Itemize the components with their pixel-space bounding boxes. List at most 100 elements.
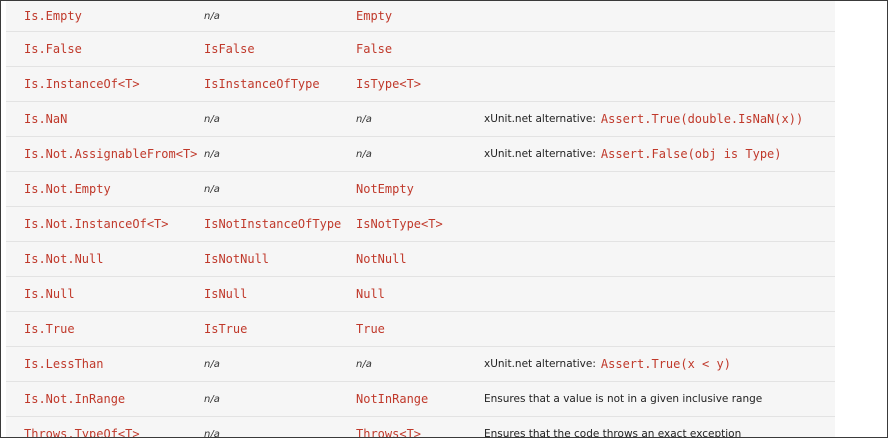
table-row: Is.True IsTrue True	[6, 312, 835, 347]
notes-cell: xUnit.net alternative: Assert.True(double…	[484, 102, 803, 136]
nunit-cell-text: Is.Not.Empty	[24, 182, 111, 196]
mstest-cell-text: n/a	[204, 113, 220, 125]
xunit-cell-text: True	[356, 322, 385, 336]
table-row: Is.False IsFalse False	[6, 32, 835, 67]
note-text: xUnit.net alternative:	[484, 113, 596, 125]
xunit-cell-text: n/a	[356, 358, 372, 370]
mstest-cell-text: n/a	[204, 148, 220, 160]
table-row: Is.Not.Empty n/a NotEmpty	[6, 172, 835, 207]
xunit-cell-text: NotEmpty	[356, 182, 414, 196]
mstest-cell: n/a	[204, 417, 220, 438]
note-code: Assert.False(obj is Type)	[600, 147, 782, 161]
xunit-cell: NotEmpty	[356, 172, 414, 206]
nunit-cell-text: Is.Not.InRange	[24, 392, 126, 406]
nunit-cell: Is.True	[24, 312, 75, 346]
xunit-cell: n/a	[356, 137, 372, 171]
xunit-cell: Empty	[356, 1, 392, 31]
nunit-cell-text: Is.Not.AssignableFrom<T>	[24, 147, 198, 161]
nunit-cell: Is.Not.InRange	[24, 382, 125, 416]
nunit-cell-text: Is.NaN	[24, 112, 68, 126]
table-row: Is.Not.InstanceOf<T> IsNotInstanceOfType I…	[6, 207, 835, 242]
xunit-cell-text: False	[356, 42, 393, 56]
assertion-comparison-table: Is.Empty n/a Empty Is.False IsFalse False Is.I…	[6, 1, 835, 438]
mstest-cell: IsNotNull	[204, 242, 269, 276]
note-text: Ensures that a value is not in a given i…	[484, 393, 763, 405]
nunit-cell: Throws.TypeOf<T>	[24, 417, 140, 438]
mstest-cell: n/a	[204, 382, 220, 416]
xunit-cell-text: Throws<T>	[356, 427, 422, 438]
nunit-cell-text: Is.Not.Null	[24, 252, 104, 266]
xunit-cell-text: IsNotType<T>	[356, 217, 443, 231]
notes-cell: xUnit.net alternative: Assert.False(obj i…	[484, 137, 782, 171]
nunit-cell: Is.LessThan	[24, 347, 103, 381]
table-row: Is.InstanceOf<T> IsInstanceOfType IsType<T…	[6, 67, 835, 102]
nunit-cell: Is.NaN	[24, 102, 67, 136]
xunit-cell-text: NotNull	[356, 252, 407, 266]
xunit-cell-text: n/a	[356, 148, 372, 160]
notes-cell: xUnit.net alternative: Assert.True(x < y)	[484, 347, 731, 381]
nunit-cell: Is.InstanceOf<T>	[24, 67, 140, 101]
notes-cell: Ensures that the code throws an exact ex…	[484, 417, 742, 438]
xunit-cell-text: Empty	[356, 9, 393, 23]
mstest-cell: n/a	[204, 102, 220, 136]
note-text: Ensures that the code throws an exact ex…	[484, 428, 742, 438]
mstest-cell-text: IsInstanceOfType	[204, 77, 320, 91]
xunit-cell: NotNull	[356, 242, 407, 276]
nunit-cell-text: Is.True	[24, 322, 75, 336]
nunit-cell: Is.Not.Null	[24, 242, 103, 276]
nunit-cell: Is.Not.AssignableFrom<T>	[24, 137, 197, 171]
table-row: Is.NaN n/a n/a xUnit.net alternative: Assert…	[6, 102, 835, 137]
mstest-cell: IsNotInstanceOfType	[204, 207, 341, 241]
mstest-cell-text: n/a	[204, 358, 220, 370]
table-row: Is.LessThan n/a n/a xUnit.net alternative: A…	[6, 347, 835, 382]
mstest-cell-text: n/a	[204, 183, 220, 195]
xunit-cell-text: IsType<T>	[356, 77, 422, 91]
xunit-cell-text: Null	[356, 287, 385, 301]
mstest-cell: IsTrue	[204, 312, 247, 346]
mstest-cell-text: IsTrue	[204, 322, 248, 336]
xunit-cell: False	[356, 32, 392, 66]
table-row: Is.Not.AssignableFrom<T> n/a n/a xUnit.net …	[6, 137, 835, 172]
mstest-cell: n/a	[204, 1, 220, 31]
nunit-cell-text: Is.Empty	[24, 9, 82, 23]
xunit-cell: n/a	[356, 347, 372, 381]
mstest-cell: IsInstanceOfType	[204, 67, 320, 101]
table-row: Is.Null IsNull Null	[6, 277, 835, 312]
mstest-cell-text: n/a	[204, 393, 220, 405]
note-text: xUnit.net alternative:	[484, 148, 596, 160]
xunit-cell-text: n/a	[356, 113, 372, 125]
table-row: Is.Not.Null IsNotNull NotNull	[6, 242, 835, 277]
mstest-cell-text: IsNull	[204, 287, 248, 301]
mstest-cell-text: IsNotInstanceOfType	[204, 217, 342, 231]
mstest-cell: n/a	[204, 347, 220, 381]
mstest-cell-text: IsNotNull	[204, 252, 270, 266]
table-row: Is.Empty n/a Empty	[6, 1, 835, 32]
note-code: Assert.True(double.IsNaN(x))	[600, 112, 804, 126]
nunit-cell: Is.Not.InstanceOf<T>	[24, 207, 169, 241]
nunit-cell: Is.False	[24, 32, 82, 66]
xunit-cell: IsType<T>	[356, 67, 421, 101]
table-row: Throws.TypeOf<T> n/a Throws<T> Ensures that…	[6, 417, 835, 438]
mstest-cell: n/a	[204, 137, 220, 171]
nunit-cell-text: Is.Not.InstanceOf<T>	[24, 217, 169, 231]
nunit-cell: Is.Not.Empty	[24, 172, 111, 206]
nunit-cell-text: Is.LessThan	[24, 357, 104, 371]
notes-cell: Ensures that a value is not in a given i…	[484, 382, 762, 416]
xunit-cell: NotInRange	[356, 382, 428, 416]
mstest-cell-text: IsFalse	[204, 42, 255, 56]
xunit-cell-text: NotInRange	[356, 392, 429, 406]
nunit-cell: Is.Null	[24, 277, 75, 311]
note-code: Assert.True(x < y)	[600, 357, 731, 371]
xunit-cell: True	[356, 312, 385, 346]
nunit-cell-text: Is.InstanceOf<T>	[24, 77, 140, 91]
nunit-cell-text: Throws.TypeOf<T>	[24, 427, 140, 438]
nunit-cell-text: Is.False	[24, 42, 82, 56]
mstest-cell: IsFalse	[204, 32, 255, 66]
mstest-cell-text: n/a	[204, 428, 220, 438]
table-row: Is.Not.InRange n/a NotInRange Ensures that …	[6, 382, 835, 417]
mstest-cell: n/a	[204, 172, 220, 206]
xunit-cell: IsNotType<T>	[356, 207, 443, 241]
nunit-cell-text: Is.Null	[24, 287, 75, 301]
xunit-cell: Null	[356, 277, 385, 311]
mstest-cell-text: n/a	[204, 10, 220, 22]
